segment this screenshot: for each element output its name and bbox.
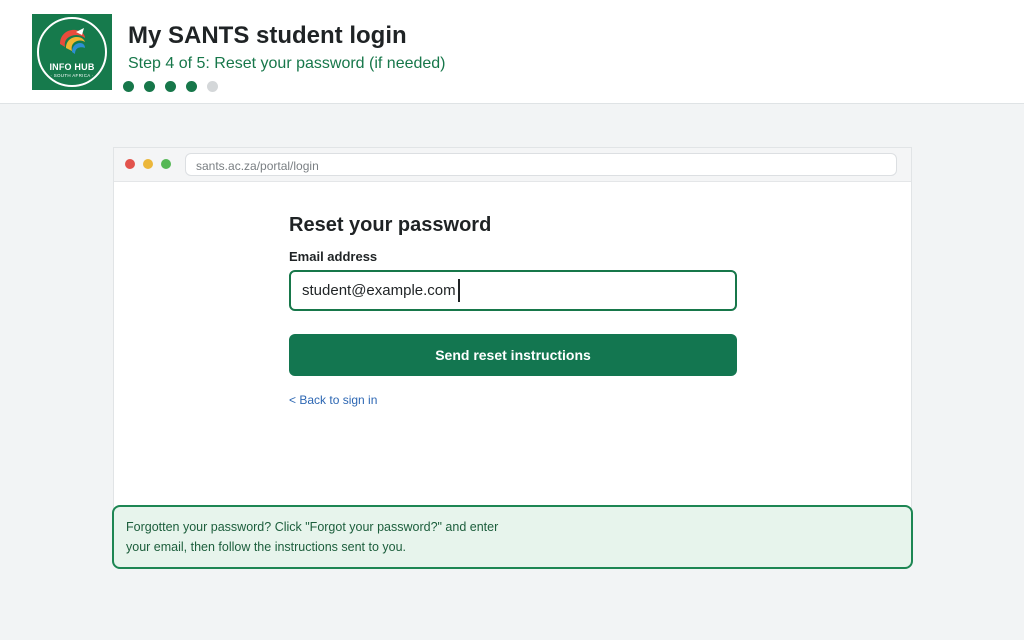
tip-line-2: your email, then follow the instructions… [126,540,407,554]
help-tip-box: Forgotten your password? Click "Forgot y… [112,505,913,569]
browser-window: sants.ac.za/portal/login Reset your pass… [113,147,912,540]
step-dot-5 [207,81,218,92]
africa-map-icon [60,28,85,54]
step-dot-2 [144,81,155,92]
step-dot-4 [186,81,197,92]
page-header: INFO HUB · SOUTH AFRICA · My SANTS stude… [0,0,1024,104]
form-title: Reset your password [289,214,492,236]
step-subtitle: Step 4 of 5: Reset your password (if nee… [128,55,446,72]
info-hub-logo: INFO HUB · SOUTH AFRICA · [32,14,112,90]
page-title: My SANTS student login [128,22,407,49]
close-window-icon[interactable] [125,159,135,169]
maximize-window-icon[interactable] [161,159,171,169]
text-caret [457,279,460,302]
logo-text: INFO HUB [49,62,95,72]
step-progress-dots [123,81,218,92]
step-dot-3 [165,81,176,92]
email-label: Email address [289,249,378,264]
tip-line-1: Forgotten your password? Click "Forgot y… [126,520,499,534]
minimize-window-icon[interactable] [143,159,153,169]
address-bar[interactable]: sants.ac.za/portal/login [185,153,897,176]
send-reset-instructions-button[interactable]: Send reset instructions [289,334,737,376]
logo-subtext: · SOUTH AFRICA · [50,73,94,78]
back-to-sign-in-link[interactable]: < Back to sign in [289,393,377,407]
step-dot-1 [123,81,134,92]
browser-chrome: sants.ac.za/portal/login [114,148,911,182]
email-input[interactable] [289,270,737,311]
